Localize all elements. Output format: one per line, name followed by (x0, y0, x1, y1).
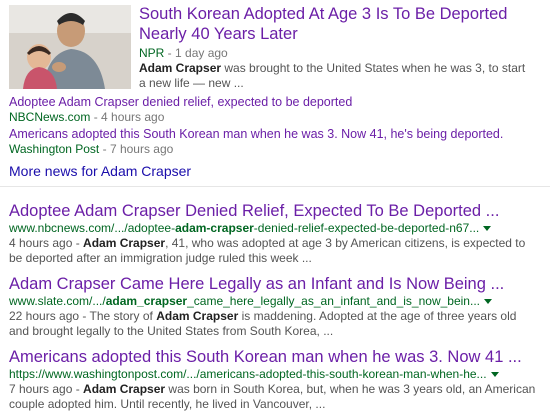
result-title-link[interactable]: Americans adopted this South Korean man … (9, 347, 539, 367)
top-news-snippet-bold: Adam Crapser (139, 61, 222, 75)
search-results-page: South Korean Adopted At Age 3 Is To Be D… (0, 0, 550, 412)
more-news-link[interactable]: More news for Adam Crapser (9, 163, 191, 179)
result-url-bold: adam_crapser (105, 294, 188, 308)
top-news-time: - 1 day ago (164, 46, 228, 60)
news-article-title-link[interactable]: Americans adopted this South Korean man … (9, 127, 529, 142)
result-url-suffix: _came_here_legally_as_an_infant_and_is_n… (187, 294, 480, 308)
news-article-source: NBCNews.com (9, 110, 91, 124)
result-time: 7 hours ago - (9, 382, 84, 396)
result-time: 22 hours ago - (9, 309, 90, 323)
top-news-snippet: Adam Crapser was brought to the United S… (139, 61, 534, 91)
news-article-source: Washington Post (9, 142, 100, 156)
news-article-title-link[interactable]: Adoptee Adam Crapser denied relief, expe… (9, 95, 529, 110)
top-news-title-line2[interactable]: Nearly 40 Years Later (139, 25, 298, 43)
result-url: www.slate.com/.../adam_crapser_came_here… (9, 294, 539, 309)
result-snippet: 22 hours ago - The story of Adam Crapser… (9, 309, 539, 339)
news-article-time: - 7 hours ago (99, 142, 174, 156)
search-result: Adam Crapser Came Here Legally as an Inf… (9, 274, 539, 339)
result-snippet: 7 hours ago - Adam Crapser was born in S… (9, 382, 539, 412)
result-snippet-bold: Adam Crapser (156, 309, 239, 323)
top-news-source: NPR (139, 46, 165, 60)
top-news-title-line1[interactable]: South Korean Adopted At Age 3 Is To Be D… (139, 5, 507, 23)
top-news-title-link[interactable]: South Korean Adopted At Age 3 Is To Be D… (139, 4, 534, 44)
news-article-time: - 4 hours ago (90, 110, 165, 124)
result-url-text: https://www.washingtonpost.com/.../ameri… (9, 367, 487, 381)
result-snippet-pre: The story of (89, 309, 157, 323)
top-news-article: South Korean Adopted At Age 3 Is To Be D… (8, 4, 538, 90)
result-url: www.nbcnews.com/.../adoptee-adam-crapser… (9, 221, 539, 236)
dropdown-arrow-icon[interactable] (490, 372, 499, 378)
result-url-suffix: -denied-relief-expected-be-deported-n67.… (253, 221, 480, 235)
result-url-text: www.nbcnews.com/.../adoptee- (9, 221, 176, 235)
top-news-meta: NPR - 1 day ago (139, 46, 534, 61)
news-article: Americans adopted this South Korean man … (9, 127, 529, 157)
news-thumbnail-image[interactable] (9, 5, 131, 89)
news-article: Adoptee Adam Crapser denied relief, expe… (9, 95, 529, 125)
result-url: https://www.washingtonpost.com/.../ameri… (9, 367, 539, 382)
result-snippet: 4 hours ago - Adam Crapser, 41, who was … (9, 236, 539, 266)
section-divider (0, 186, 550, 187)
dropdown-arrow-icon[interactable] (483, 299, 492, 305)
news-article-meta: NBCNews.com - 4 hours ago (9, 110, 529, 125)
search-result: Americans adopted this South Korean man … (9, 347, 539, 412)
result-url-text: www.slate.com/.../ (9, 294, 106, 308)
result-snippet-bold: Adam Crapser (83, 236, 166, 250)
result-title-link[interactable]: Adam Crapser Came Here Legally as an Inf… (9, 274, 539, 294)
result-snippet-bold: Adam Crapser (83, 382, 166, 396)
top-news-text: South Korean Adopted At Age 3 Is To Be D… (139, 4, 534, 91)
result-title-link[interactable]: Adoptee Adam Crapser Denied Relief, Expe… (9, 201, 539, 221)
dropdown-arrow-icon[interactable] (483, 226, 492, 232)
result-time: 4 hours ago - (9, 236, 84, 250)
result-url-bold: adam-crapser (175, 221, 254, 235)
search-result: Adoptee Adam Crapser Denied Relief, Expe… (9, 201, 539, 266)
news-article-meta: Washington Post - 7 hours ago (9, 142, 529, 157)
